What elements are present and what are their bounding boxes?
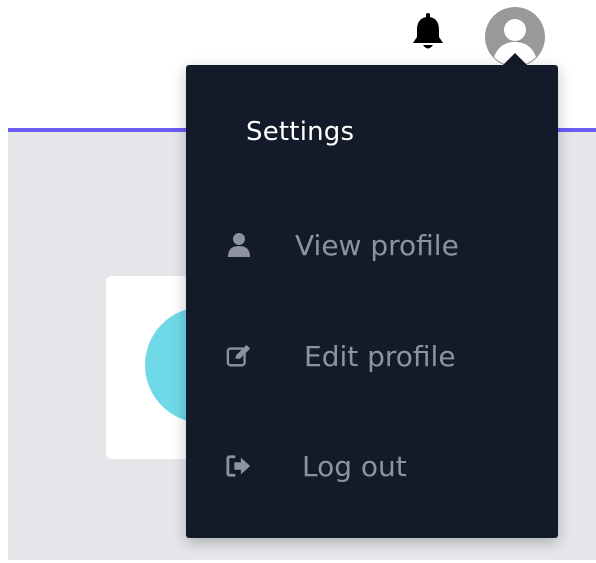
user-icon (226, 232, 252, 258)
notifications-bell-icon[interactable] (408, 12, 448, 54)
edit-icon (226, 343, 252, 369)
dropdown-title: Settings (246, 117, 355, 147)
menu-item-view-profile[interactable]: View profile (226, 215, 536, 275)
settings-dropdown-menu: Settings View profile Edit profile Log o… (186, 65, 558, 538)
bell-icon (413, 13, 443, 49)
menu-item-label: Edit profile (304, 339, 456, 373)
menu-item-label: Log out (302, 449, 407, 483)
menu-item-log-out[interactable]: Log out (226, 436, 536, 496)
logout-icon (226, 453, 252, 479)
page: Settings View profile Edit profile Log o… (0, 0, 596, 563)
menu-item-edit-profile[interactable]: Edit profile (226, 326, 536, 386)
menu-item-label: View profile (295, 228, 459, 262)
